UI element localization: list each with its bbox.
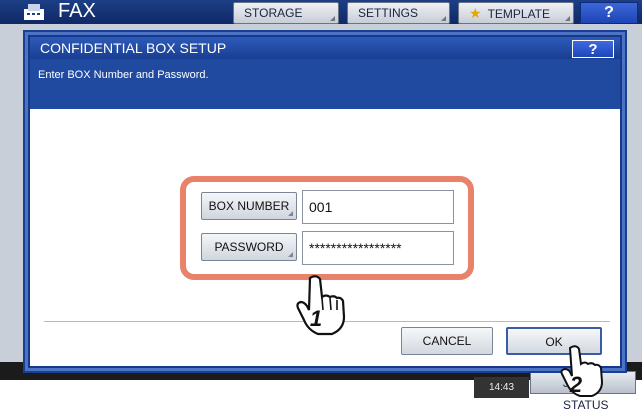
corner-arrow-icon (288, 252, 293, 257)
clock: 14:43 (474, 377, 529, 398)
box-number-label: BOX NUMBER (208, 199, 290, 213)
password-field[interactable]: ***************** (302, 231, 454, 265)
instruction-text: Enter BOX Number and Password. (30, 59, 620, 109)
corner-arrow-icon (330, 16, 335, 21)
tab-template[interactable]: ★ TEMPLATE (458, 2, 574, 24)
app-title: FAX (58, 0, 96, 22)
box-number-button[interactable]: BOX NUMBER (201, 192, 297, 220)
corner-arrow-icon (441, 16, 446, 21)
help-button[interactable]: ? (572, 40, 614, 58)
password-label: PASSWORD (214, 240, 284, 254)
help-button-app[interactable]: ? (580, 2, 638, 24)
star-icon: ★ (469, 5, 482, 21)
tab-storage-label: STORAGE (244, 6, 303, 20)
step-number: 2 (569, 372, 583, 397)
corner-arrow-icon (288, 211, 293, 216)
box-number-field[interactable]: 001 (302, 190, 454, 224)
step-number: 1 (309, 306, 323, 331)
dialog-title: CONFIDENTIAL BOX SETUP (30, 37, 620, 59)
tab-settings-label: SETTINGS (358, 6, 419, 20)
corner-arrow-icon (565, 16, 570, 21)
tab-template-label: TEMPLATE (487, 7, 551, 21)
password-button[interactable]: PASSWORD (201, 233, 297, 261)
tab-settings[interactable]: SETTINGS (347, 2, 450, 24)
cancel-button[interactable]: CANCEL (401, 327, 493, 355)
tab-storage[interactable]: STORAGE (233, 2, 339, 24)
fax-icon (24, 4, 44, 20)
